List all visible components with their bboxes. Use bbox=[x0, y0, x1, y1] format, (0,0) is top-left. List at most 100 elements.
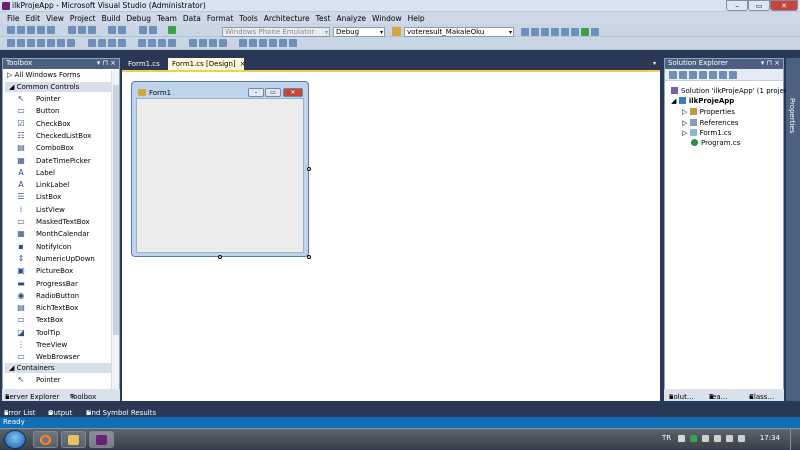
show-all-files-icon[interactable] bbox=[679, 71, 687, 79]
increase-horizontal-spacing-icon[interactable] bbox=[148, 39, 157, 47]
form-designer-window[interactable]: Form1 – ▭ ✕ bbox=[131, 81, 309, 257]
add-item-icon[interactable] bbox=[17, 26, 26, 34]
language-indicator[interactable]: TR bbox=[662, 434, 671, 442]
view-designer-icon[interactable] bbox=[709, 71, 717, 79]
resize-handle-bottom[interactable] bbox=[218, 255, 222, 259]
extension-manager-icon[interactable] bbox=[561, 28, 569, 36]
menu-view[interactable]: View bbox=[43, 12, 67, 24]
menu-team[interactable]: Team bbox=[154, 12, 180, 24]
resize-handle-right[interactable] bbox=[307, 167, 311, 171]
start-button[interactable] bbox=[4, 430, 26, 449]
taskbar-explorer[interactable] bbox=[61, 431, 86, 448]
close-tab-icon[interactable]: × bbox=[240, 60, 246, 68]
tray-app-icon[interactable] bbox=[690, 435, 697, 442]
pin-icon[interactable]: ▾ ⊓ × bbox=[97, 59, 116, 68]
tray-speaker-icon[interactable] bbox=[714, 435, 721, 442]
make-same-width-icon[interactable] bbox=[87, 39, 96, 47]
align-center-icon[interactable] bbox=[27, 39, 36, 47]
tray-arrow-icon[interactable] bbox=[678, 435, 685, 442]
tray-flag-icon[interactable] bbox=[702, 435, 709, 442]
align-middle-icon[interactable] bbox=[57, 39, 66, 47]
toolbox-group-containers[interactable]: ◢ Containers bbox=[5, 363, 112, 373]
properties-node[interactable]: ▷ Properties bbox=[682, 107, 735, 117]
menu-build[interactable]: Build bbox=[99, 12, 124, 24]
decrease-vertical-spacing-icon[interactable] bbox=[208, 39, 217, 47]
menu-data[interactable]: Data bbox=[180, 12, 204, 24]
window-layout-icon[interactable] bbox=[591, 28, 599, 36]
center-horizontally-icon[interactable] bbox=[239, 39, 248, 47]
taskbar-clock[interactable]: 17:34 bbox=[760, 434, 780, 442]
align-grid-icon[interactable] bbox=[7, 39, 16, 47]
tray-network-icon[interactable] bbox=[726, 435, 733, 442]
form-client-area[interactable] bbox=[136, 98, 304, 253]
navigate-forward-icon[interactable] bbox=[148, 26, 157, 34]
references-node[interactable]: ▷ References bbox=[682, 118, 739, 128]
resize-handle-corner[interactable] bbox=[307, 255, 311, 259]
tab-form1-design[interactable]: Form1.cs [Design] × bbox=[168, 58, 246, 70]
pin-icon[interactable]: ▾ ⊓ × bbox=[761, 59, 780, 68]
lock-controls-icon[interactable] bbox=[279, 39, 288, 47]
vertical-spacing-icon[interactable] bbox=[188, 39, 197, 47]
minimize-button[interactable]: – bbox=[726, 0, 748, 11]
undo-icon[interactable] bbox=[108, 26, 117, 34]
menu-analyze[interactable]: Analyze bbox=[333, 12, 369, 24]
tab-form1-cs[interactable]: Form1.cs bbox=[124, 58, 164, 70]
view-code-icon[interactable] bbox=[699, 71, 707, 79]
menu-window[interactable]: Window bbox=[369, 12, 405, 24]
open-icon[interactable] bbox=[27, 26, 36, 34]
class-diagram-icon[interactable] bbox=[719, 71, 727, 79]
redo-icon[interactable] bbox=[118, 26, 127, 34]
menu-file[interactable]: File bbox=[4, 12, 23, 24]
copy-icon[interactable] bbox=[77, 26, 86, 34]
properties-icon[interactable] bbox=[669, 71, 677, 79]
toolbox-group-common-controls[interactable]: ◢ Common Controls bbox=[5, 82, 112, 92]
toolbox-group-all-windows-forms[interactable]: ▷ All Windows Forms bbox=[7, 70, 80, 80]
menu-tools[interactable]: Tools bbox=[236, 12, 260, 24]
tray-battery-icon[interactable] bbox=[738, 435, 745, 442]
decrease-horizontal-spacing-icon[interactable] bbox=[158, 39, 167, 47]
find-combo[interactable]: voteresult_MakaleOku ▾ bbox=[404, 27, 514, 37]
cut-icon[interactable] bbox=[67, 26, 76, 34]
refresh-icon[interactable] bbox=[689, 71, 697, 79]
properties-side-tab[interactable]: Properties bbox=[786, 58, 800, 401]
tab-overflow-icon[interactable]: ▾ bbox=[653, 60, 656, 67]
project-node[interactable]: ◢ ilkProjeApp bbox=[671, 96, 734, 106]
configuration-select[interactable]: Debug ▾ bbox=[333, 27, 385, 37]
find-in-files-icon[interactable] bbox=[392, 27, 401, 36]
device-target-select[interactable]: Windows Phone Emulator ▾ bbox=[222, 27, 330, 37]
toolbox-scrollbar[interactable] bbox=[111, 70, 119, 390]
remove-horizontal-spacing-icon[interactable] bbox=[168, 39, 177, 47]
menu-edit[interactable]: Edit bbox=[23, 12, 44, 24]
send-to-back-icon[interactable] bbox=[269, 39, 278, 47]
align-top-icon[interactable] bbox=[47, 39, 56, 47]
bring-to-front-icon[interactable] bbox=[259, 39, 268, 47]
align-left-icon[interactable] bbox=[17, 39, 26, 47]
horizontal-spacing-icon[interactable] bbox=[138, 39, 147, 47]
save-icon[interactable] bbox=[37, 26, 46, 34]
close-button[interactable]: ✕ bbox=[770, 0, 798, 11]
menu-test[interactable]: Test bbox=[313, 12, 334, 24]
solution-node[interactable]: Solution 'ilkProjeApp' (1 project) bbox=[671, 86, 793, 96]
center-vertically-icon[interactable] bbox=[249, 39, 258, 47]
new-project-icon[interactable] bbox=[7, 26, 16, 34]
start-debugging-icon[interactable] bbox=[167, 26, 176, 34]
start-page-icon[interactable] bbox=[571, 28, 579, 36]
properties-window-icon[interactable] bbox=[531, 28, 539, 36]
taskbar-chrome[interactable] bbox=[33, 431, 58, 448]
scrollbar-thumb[interactable] bbox=[113, 85, 119, 335]
menu-format[interactable]: Format bbox=[204, 12, 236, 24]
program-node[interactable]: Program.cs bbox=[691, 138, 740, 148]
menu-project[interactable]: Project bbox=[67, 12, 99, 24]
menu-architecture[interactable]: Architecture bbox=[261, 12, 313, 24]
menu-help[interactable]: Help bbox=[405, 12, 428, 24]
tab-order-icon[interactable] bbox=[289, 39, 298, 47]
make-same-size-icon[interactable] bbox=[107, 39, 116, 47]
align-bottom-icon[interactable] bbox=[67, 39, 76, 47]
command-window-icon[interactable] bbox=[581, 28, 589, 36]
solution-explorer-icon[interactable] bbox=[521, 28, 529, 36]
save-all-icon[interactable] bbox=[47, 26, 56, 34]
maximize-button[interactable]: ▭ bbox=[748, 0, 770, 11]
taskbar-visual-studio[interactable] bbox=[89, 431, 114, 448]
align-right-icon[interactable] bbox=[37, 39, 46, 47]
toolbox-icon[interactable] bbox=[551, 28, 559, 36]
